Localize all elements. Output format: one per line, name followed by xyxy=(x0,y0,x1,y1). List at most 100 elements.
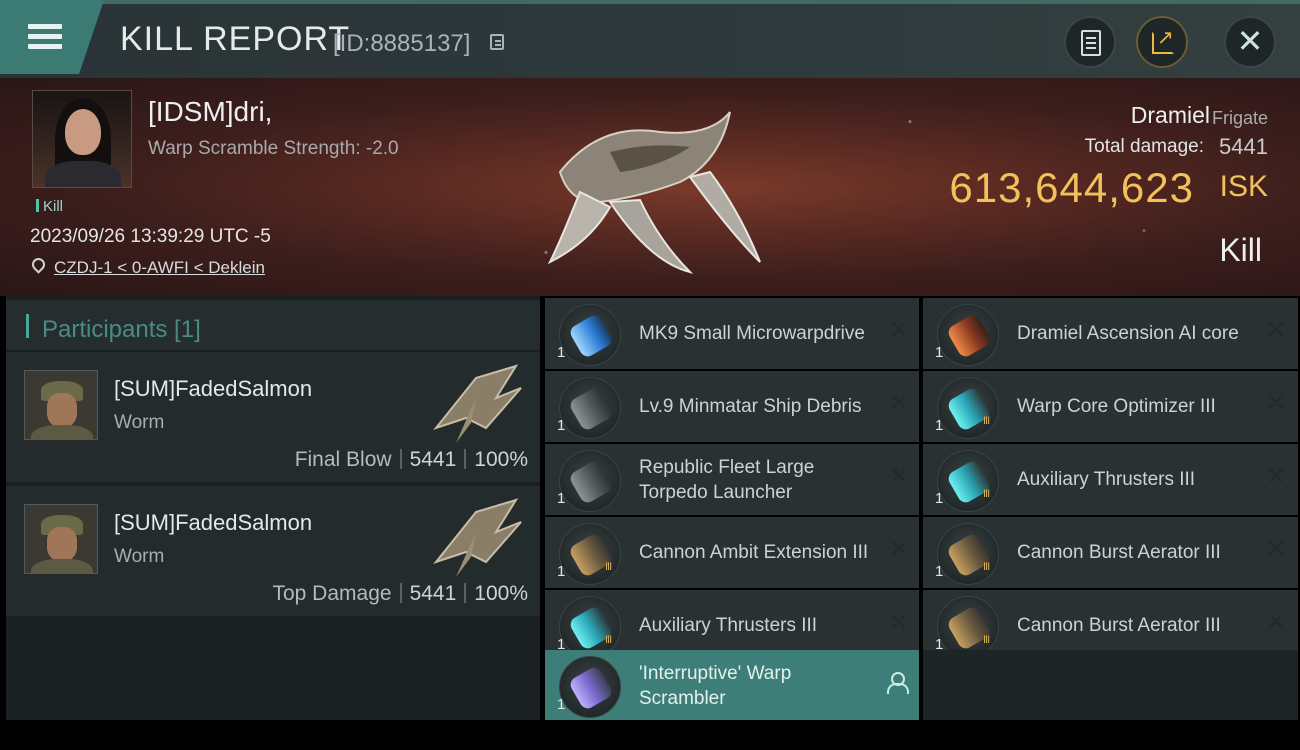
menu-button[interactable] xyxy=(0,0,104,74)
module-quantity: 1 xyxy=(935,344,944,361)
participant-row[interactable]: [SUM]FadedSalmon Worm Top Damage 5441 100% xyxy=(6,486,540,618)
cannon-rig-icon xyxy=(559,523,621,585)
report-button[interactable] xyxy=(1064,16,1116,68)
victim-name[interactable]: [IDSM]dri, xyxy=(148,96,272,128)
module-item[interactable]: 1 III Auxiliary Thrusters III ✕ xyxy=(923,444,1298,515)
report-id: [ID:8885137] xyxy=(333,30,471,57)
warp-scramble-strength: Warp Scramble Strength: -2.0 xyxy=(148,138,399,159)
total-damage-label: Total damage: xyxy=(1084,136,1204,157)
kill-timestamp: 2023/09/26 13:39:29 UTC -5 xyxy=(30,226,271,247)
kill-summary-banner: Kill [IDSM]dri, Warp Scramble Strength: … xyxy=(0,78,1300,296)
tech-level-icon: III xyxy=(983,634,990,646)
module-item[interactable]: 1 III Cannon Ambit Extension III ✕ xyxy=(545,517,919,588)
torpedo-launcher-icon xyxy=(559,450,621,512)
warp-core-optimizer-icon xyxy=(937,377,999,439)
victim-ship-name[interactable]: Dramiel xyxy=(1131,102,1210,129)
module-name: Dramiel Ascension AI core xyxy=(1017,323,1239,344)
module-quantity: 1 xyxy=(557,490,566,507)
kill-location-link[interactable]: CZDJ-1 < 0-AWFI < Deklein xyxy=(54,258,265,278)
tech-level-icon: III xyxy=(983,488,990,500)
destroyed-x-icon: ✕ xyxy=(888,608,909,636)
module-item[interactable]: 1 Republic Fleet Large Torpedo Launcher … xyxy=(545,444,919,515)
module-grid-empty xyxy=(923,650,1298,720)
participant-damage: 5441 xyxy=(409,448,457,471)
share-icon xyxy=(1152,25,1174,54)
total-damage-value: 5441 xyxy=(1219,134,1268,159)
cannon-rig-icon xyxy=(937,596,999,658)
participant-percent: 100% xyxy=(474,448,528,471)
participants-header: Participants [1] xyxy=(6,300,540,350)
tech-level-icon: III xyxy=(605,561,612,573)
participant-role: Top Damage xyxy=(272,582,392,605)
isk-value: 613,644,623 xyxy=(949,164,1194,211)
participant-ship: Worm xyxy=(114,412,165,433)
module-name: Auxiliary Thrusters III xyxy=(1017,469,1196,490)
destroyed-x-icon: ✕ xyxy=(1265,316,1286,344)
module-name: Cannon Ambit Extension III xyxy=(639,542,869,563)
participant-damage: 5441 xyxy=(409,582,457,605)
participant-name[interactable]: [SUM]FadedSalmon xyxy=(114,376,312,402)
victim-ship-class: Frigate xyxy=(1211,108,1268,128)
destroyed-x-icon: ✕ xyxy=(1265,462,1286,490)
tech-level-icon: III xyxy=(605,634,612,646)
participant-percent: 100% xyxy=(474,582,528,605)
destroyed-x-icon: ✕ xyxy=(888,535,909,563)
victim-avatar[interactable] xyxy=(32,90,132,188)
destroyed-x-icon: ✕ xyxy=(1265,535,1286,563)
destroyed-x-icon: ✕ xyxy=(1265,389,1286,417)
module-item[interactable]: 1 Dramiel Ascension AI core ✕ xyxy=(923,298,1298,369)
kill-tag: Kill xyxy=(36,198,63,215)
kill-result: Kill xyxy=(1219,232,1262,268)
participant-row[interactable]: [SUM]FadedSalmon Worm Final Blow 5441 100% xyxy=(6,352,540,484)
module-name: Cannon Burst Aerator III xyxy=(1017,542,1221,563)
participants-title: Participants [1] xyxy=(42,316,201,343)
participants-panel: Participants [1] [SUM]FadedSalmon Worm F… xyxy=(6,296,540,720)
participant-avatar[interactable] xyxy=(24,370,98,440)
destroyed-x-icon: ✕ xyxy=(888,389,909,417)
module-item[interactable]: 1 III Cannon Burst Aerator III ✕ xyxy=(923,517,1298,588)
module-quantity: 1 xyxy=(935,563,944,580)
tech-level-icon: III xyxy=(983,415,990,427)
module-item[interactable]: 1 Lv.9 Minmatar Ship Debris ✕ xyxy=(545,371,919,442)
ai-core-icon xyxy=(937,304,999,366)
victim-ship-image[interactable] xyxy=(540,92,770,282)
debris-icon xyxy=(559,377,621,439)
module-quantity: 1 xyxy=(557,563,566,580)
module-name: 'Interruptive' Warp Scrambler xyxy=(639,662,792,709)
participant-ship-image[interactable] xyxy=(426,492,532,582)
destroyed-x-icon: ✕ xyxy=(888,316,909,344)
pilot-icon xyxy=(887,672,909,694)
module-quantity: 1 xyxy=(557,417,566,434)
module-name: Lv.9 Minmatar Ship Debris xyxy=(639,396,862,417)
close-button[interactable]: ✕ xyxy=(1224,16,1276,68)
top-bar: KILL REPORT [ID:8885137] ✕ xyxy=(0,0,1300,78)
warp-scrambler-icon xyxy=(559,656,621,718)
module-name: MK9 Small Microwarpdrive xyxy=(639,323,865,344)
module-item-selected[interactable]: 1 'Interruptive' Warp Scrambler xyxy=(545,650,919,720)
module-quantity: 1 xyxy=(557,696,566,713)
share-button[interactable] xyxy=(1136,16,1188,68)
module-quantity: 1 xyxy=(935,417,944,434)
participant-stats: Final Blow 5441 100% xyxy=(295,448,528,472)
participant-stats: Top Damage 5441 100% xyxy=(272,582,528,606)
participant-avatar[interactable] xyxy=(24,504,98,574)
page-title: KILL REPORT xyxy=(120,20,351,58)
module-name: Republic Fleet Large Torpedo Launcher xyxy=(639,456,815,503)
participant-name[interactable]: [SUM]FadedSalmon xyxy=(114,510,312,536)
bottom-letterbox xyxy=(0,720,1300,750)
tech-level-icon: III xyxy=(983,561,990,573)
destroyed-x-icon: ✕ xyxy=(1265,608,1286,636)
hamburger-icon xyxy=(28,24,62,50)
module-item[interactable]: 1 MK9 Small Microwarpdrive ✕ xyxy=(545,298,919,369)
copy-icon[interactable] xyxy=(490,34,504,50)
microwarpdrive-icon xyxy=(559,304,621,366)
participant-ship: Worm xyxy=(114,546,165,567)
module-item[interactable]: 1 III Warp Core Optimizer III ✕ xyxy=(923,371,1298,442)
participant-ship-image[interactable] xyxy=(426,358,532,448)
thrusters-icon xyxy=(937,450,999,512)
module-quantity: 1 xyxy=(935,490,944,507)
module-name: Warp Core Optimizer III xyxy=(1017,396,1216,417)
destroyed-x-icon: ✕ xyxy=(888,462,909,490)
module-quantity: 1 xyxy=(557,344,566,361)
isk-unit: ISK xyxy=(1219,170,1268,203)
